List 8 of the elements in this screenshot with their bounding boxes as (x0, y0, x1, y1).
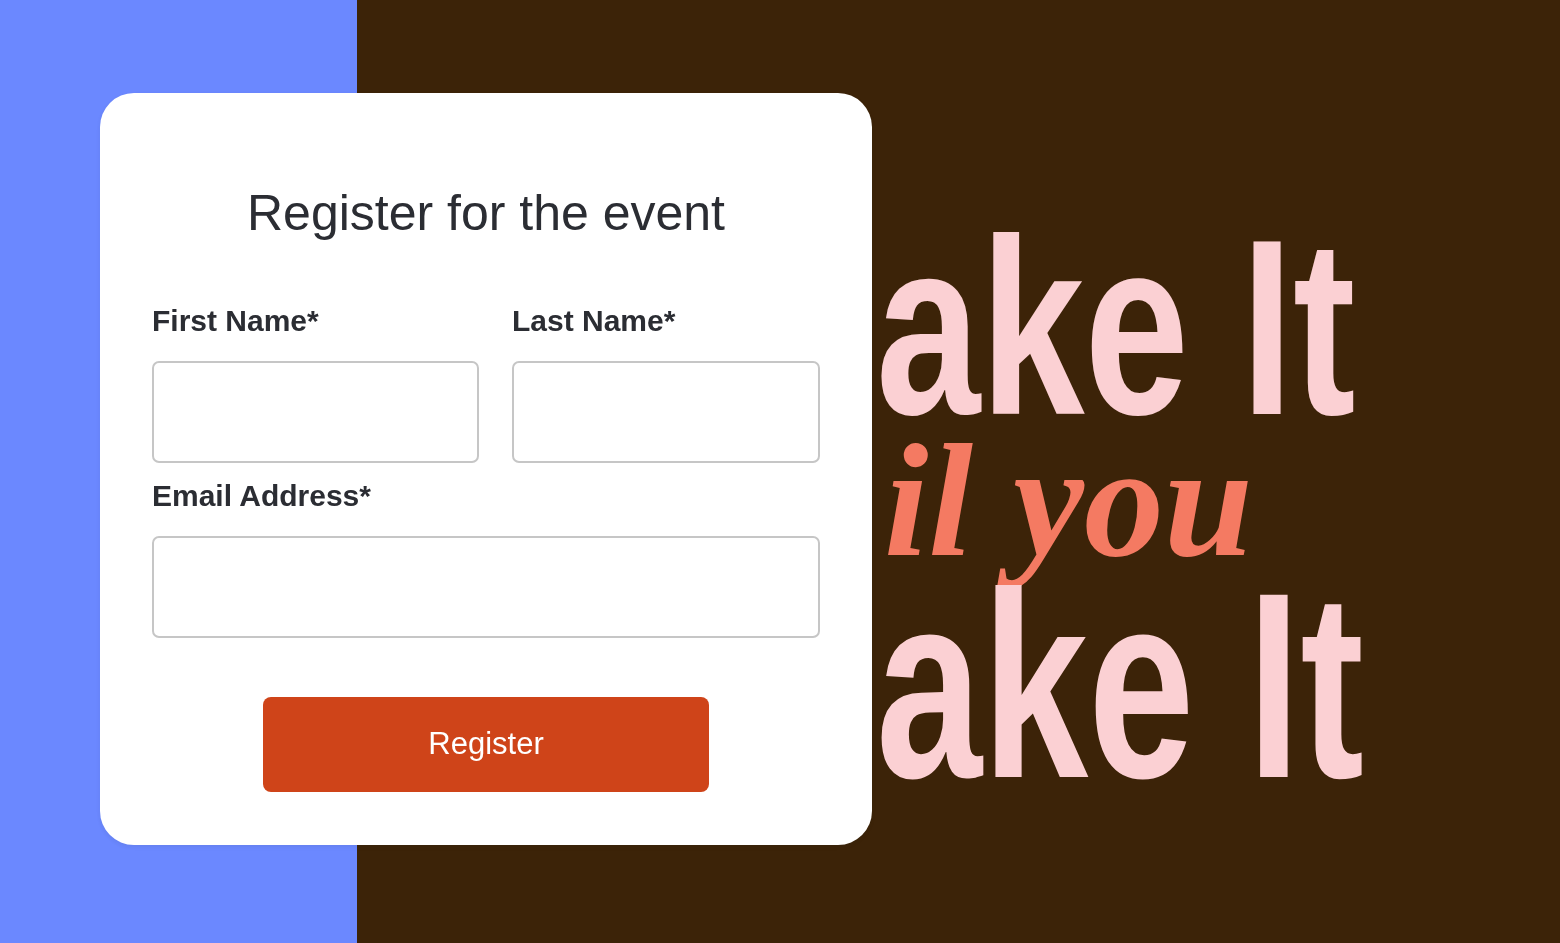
input-field[interactable] (152, 361, 479, 463)
input-field[interactable] (152, 536, 820, 638)
field-label: First Name* (152, 303, 320, 339)
field-label: Last Name* (512, 303, 677, 339)
input-field[interactable] (512, 361, 820, 463)
field-label: Email Address* (152, 478, 372, 514)
register-button[interactable]: Register (263, 697, 709, 792)
form-title: Register for the event (246, 184, 726, 243)
